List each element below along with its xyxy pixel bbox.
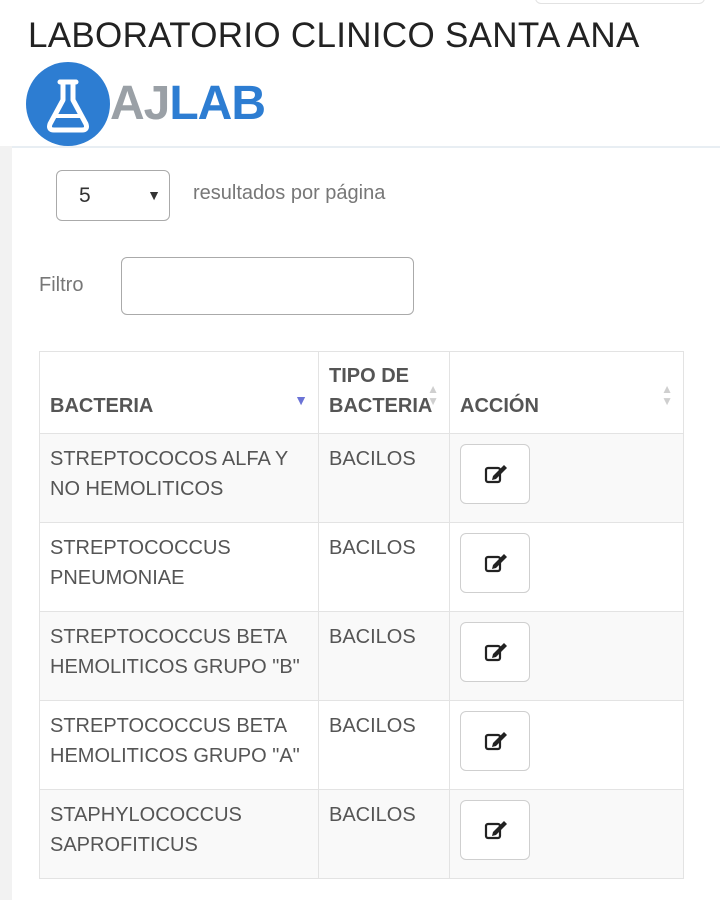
cell-accion bbox=[449, 789, 684, 879]
sort-both-icon: ▲ ▼ bbox=[427, 382, 439, 408]
table-row: STREPTOCOCOS ALFA Y NO HEMOLITICOS BACIL… bbox=[39, 433, 684, 523]
edit-button[interactable] bbox=[460, 711, 530, 771]
edit-icon bbox=[484, 465, 507, 484]
filter-input[interactable] bbox=[121, 257, 414, 315]
table-row: STREPTOCOCCUS BETA HEMOLITICOS GRUPO "A"… bbox=[39, 700, 684, 790]
page-size-select[interactable]: 5 ▼ bbox=[56, 170, 170, 221]
sort-descending-icon: ▼ bbox=[294, 392, 308, 408]
filter-label: Filtro bbox=[39, 274, 84, 296]
content-area: 5 ▼ resultados por página Filtro BACTERI… bbox=[0, 146, 720, 900]
edit-button[interactable] bbox=[460, 533, 530, 593]
logo-text: AJLAB bbox=[110, 77, 266, 130]
cell-bacteria: STREPTOCOCCUS BETA HEMOLITICOS GRUPO "A" bbox=[39, 700, 319, 790]
logo-text-lab: LAB bbox=[169, 77, 266, 130]
cell-tipo: BACILOS bbox=[318, 433, 450, 523]
column-header-label: ACCIÓN bbox=[460, 395, 539, 417]
bacteria-table: BACTERIA ▼ TIPO DE BACTERIA ▲ ▼ ACCIÓN ▲ ▼… bbox=[39, 351, 684, 879]
cell-bacteria: STREPTOCOCOS ALFA Y NO HEMOLITICOS bbox=[39, 433, 319, 523]
table-row: STREPTOCOCCUS BETA HEMOLITICOS GRUPO "B"… bbox=[39, 611, 684, 701]
cell-accion bbox=[449, 611, 684, 701]
page-size-label: resultados por página bbox=[193, 182, 386, 204]
edit-icon bbox=[484, 643, 507, 662]
cell-bacteria: STREPTOCOCCUS PNEUMONIAE bbox=[39, 522, 319, 612]
edit-icon bbox=[484, 554, 507, 573]
logo-text-aj: AJ bbox=[110, 77, 170, 130]
column-header-label: TIPO DE BACTERIA bbox=[329, 365, 433, 417]
cell-accion bbox=[449, 522, 684, 612]
column-header-label: BACTERIA bbox=[50, 395, 154, 417]
edit-button[interactable] bbox=[460, 444, 530, 504]
page-size-value: 5 bbox=[79, 184, 91, 207]
table-row: STREPTOCOCCUS PNEUMONIAE BACILOS bbox=[39, 522, 684, 612]
logo: AJLAB bbox=[26, 62, 286, 146]
top-bar-shape bbox=[535, 0, 705, 4]
column-header-bacteria[interactable]: BACTERIA ▼ bbox=[39, 351, 319, 434]
cell-accion bbox=[449, 700, 684, 790]
edit-button[interactable] bbox=[460, 800, 530, 860]
column-header-tipo[interactable]: TIPO DE BACTERIA ▲ ▼ bbox=[318, 351, 450, 434]
table-row: STAPHYLOCOCCUS SAPROFITICUS BACILOS bbox=[39, 789, 684, 879]
results-panel: 5 ▼ resultados por página Filtro BACTERI… bbox=[12, 146, 720, 900]
column-header-accion[interactable]: ACCIÓN ▲ ▼ bbox=[449, 351, 684, 434]
cell-tipo: BACILOS bbox=[318, 700, 450, 790]
cell-bacteria: STREPTOCOCCUS BETA HEMOLITICOS GRUPO "B" bbox=[39, 611, 319, 701]
flask-icon bbox=[26, 62, 110, 146]
caret-down-icon: ▼ bbox=[147, 187, 161, 203]
cell-bacteria: STAPHYLOCOCCUS SAPROFITICUS bbox=[39, 789, 319, 879]
cell-tipo: BACILOS bbox=[318, 611, 450, 701]
edit-icon bbox=[484, 732, 507, 751]
cell-tipo: BACILOS bbox=[318, 522, 450, 612]
cell-accion bbox=[449, 433, 684, 523]
edit-icon bbox=[484, 821, 507, 840]
lab-name: LABORATORIO CLINICO SANTA ANA bbox=[28, 16, 640, 55]
sort-both-icon: ▲ ▼ bbox=[661, 382, 673, 408]
cell-tipo: BACILOS bbox=[318, 789, 450, 879]
edit-button[interactable] bbox=[460, 622, 530, 682]
header: LABORATORIO CLINICO SANTA ANA AJLAB bbox=[0, 0, 720, 146]
